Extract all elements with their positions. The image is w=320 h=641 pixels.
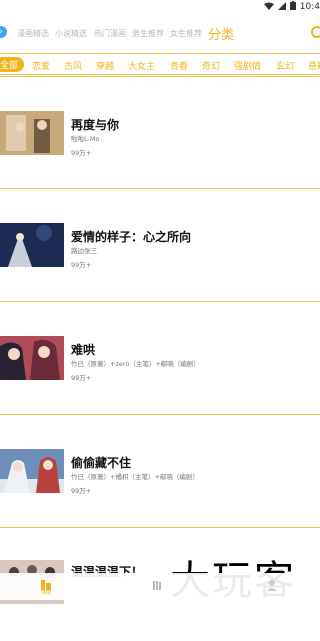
tab-nvsheng-tuijian[interactable]: 女生推荐 <box>170 28 202 39</box>
cover-image <box>0 111 64 155</box>
filter-mystery[interactable]: 悬疑 <box>308 59 320 72</box>
tab-remen-manhua[interactable]: 热门漫画 <box>94 28 126 39</box>
tab-manhua-jingxuan[interactable]: 漫画精选 <box>17 28 49 39</box>
back-icon[interactable]: › <box>0 26 7 38</box>
comic-title: 再度与你 <box>71 118 120 132</box>
signal-icon <box>277 1 286 13</box>
filter-youth[interactable]: 青春 <box>170 59 188 72</box>
comic-title: 难哄 <box>71 343 96 357</box>
category-filter-row: 全部 恋爱 古风 穿越 大女主 青春 奇幻 强剧情 玄幻 悬疑 <box>0 53 320 75</box>
tab-xiaoshuo-jingxuan[interactable]: 小说精选 <box>55 28 87 39</box>
battery-icon <box>289 1 296 13</box>
comic-authors: 竹已（原著）+橘枳（主笔）+郗晓（编剧） <box>71 473 199 481</box>
bottom-nav: 书架 <box>0 573 320 600</box>
comic-views: 99万+ <box>71 374 92 382</box>
list-item[interactable]: 偷偷藏不住 竹已（原著）+橘枳（主笔）+郗晓（编剧） 99万+ <box>0 415 320 528</box>
comic-views: 99万+ <box>71 487 92 495</box>
comic-authors: 啦啦L-Mo <box>71 135 100 143</box>
list-item[interactable]: 爱情的样子：心之所向 路边张三 99万+ <box>0 189 320 302</box>
books-icon <box>152 576 164 590</box>
nav-bookshelf-label: 书架 <box>40 590 51 596</box>
comic-views: 99万+ <box>71 261 92 269</box>
filter-time-travel[interactable]: 穿越 <box>96 59 114 72</box>
comic-title: 爱情的样子：心之所向 <box>71 230 192 244</box>
tab-nansheng-tuijian[interactable]: 男生推荐 <box>132 28 164 39</box>
cover-image <box>0 336 64 380</box>
nav-bookshelf[interactable]: 书架 <box>36 576 56 598</box>
filter-heroine[interactable]: 大女主 <box>128 59 155 72</box>
comic-authors: 竹已（原著）+zero（主笔）+郗晓（编剧） <box>71 360 200 368</box>
comic-title: 偷偷藏不住 <box>71 456 132 470</box>
comic-authors: 路边张三 <box>71 247 97 255</box>
filter-romance[interactable]: 恋爱 <box>32 59 50 72</box>
search-icon[interactable] <box>311 26 320 38</box>
cover-image <box>0 223 64 267</box>
filter-ancient[interactable]: 古风 <box>64 59 82 72</box>
top-nav: › 漫画精选 小说精选 热门漫画 男生推荐 女生推荐 分类 <box>0 22 320 44</box>
cover-image <box>0 449 64 493</box>
wifi-icon <box>263 2 274 13</box>
nav-profile[interactable] <box>262 576 282 598</box>
comic-views: 99万+ <box>71 149 92 157</box>
list-item[interactable]: 再度与你 啦啦L-Mo 99万+ <box>0 76 320 189</box>
list-item[interactable]: 难哄 竹已（原著）+zero（主笔）+郗晓（编剧） 99万+ <box>0 302 320 415</box>
nav-library[interactable] <box>148 576 168 598</box>
status-icons: 10:4 <box>263 1 320 13</box>
user-icon <box>266 576 278 591</box>
filter-xuanhuan[interactable]: 玄幻 <box>276 59 294 72</box>
status-bar: 10:4 <box>0 0 320 16</box>
status-time: 10:4 <box>299 2 320 12</box>
filter-all[interactable]: 全部 <box>0 57 25 72</box>
filter-fantasy[interactable]: 奇幻 <box>202 59 220 72</box>
tab-fenlei[interactable]: 分类 <box>208 24 234 43</box>
filter-strong-plot[interactable]: 强剧情 <box>234 59 261 72</box>
bookshelf-icon <box>40 576 52 590</box>
